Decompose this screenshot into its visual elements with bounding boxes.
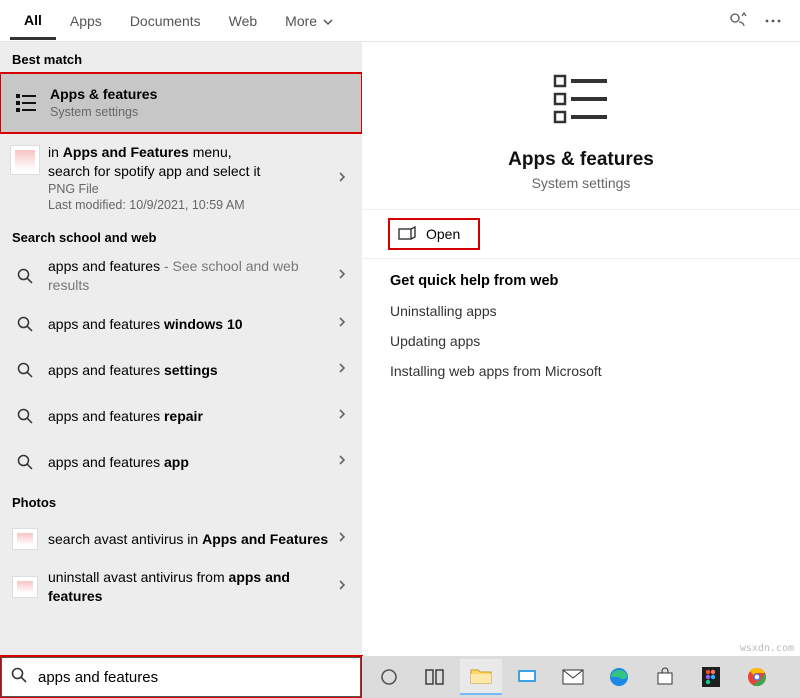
quick-help-item[interactable]: Installing web apps from Microsoft — [390, 363, 772, 379]
chevron-right-icon[interactable] — [332, 578, 352, 596]
search-input[interactable] — [36, 658, 360, 696]
result-png-file[interactable]: in Apps and Features menu, search for sp… — [0, 133, 362, 221]
result-apps-and-features[interactable]: Apps & features System settings — [0, 73, 362, 133]
hero-subtitle: System settings — [372, 175, 790, 191]
search-box[interactable] — [0, 656, 362, 698]
chevron-right-icon[interactable] — [332, 170, 352, 188]
tab-all[interactable]: All — [10, 2, 56, 40]
chevron-right-icon[interactable] — [332, 407, 352, 425]
chevron-right-icon[interactable] — [332, 315, 352, 333]
feedback-icon[interactable] — [720, 3, 756, 39]
details-panel: Apps & features System settings Open Get… — [362, 42, 800, 656]
open-button[interactable]: Open — [390, 220, 478, 248]
settings-list-icon — [10, 86, 44, 120]
result-web-app[interactable]: apps and features app — [0, 439, 362, 485]
watermark: wsxdn.com — [740, 643, 794, 654]
more-options-icon[interactable] — [756, 4, 790, 38]
hero-title: Apps & features — [372, 149, 790, 171]
taskbar-chrome-icon[interactable] — [736, 659, 778, 695]
search-icon — [2, 666, 36, 689]
taskbar-mail-icon[interactable] — [552, 659, 594, 695]
result-modified: Last modified: 10/9/2021, 10:59 AM — [48, 197, 332, 214]
search-icon — [8, 445, 42, 479]
quick-help-item[interactable]: Updating apps — [390, 333, 772, 349]
quick-help-title: Get quick help from web — [390, 273, 772, 289]
image-thumbnail-icon — [8, 570, 42, 604]
search-icon — [8, 353, 42, 387]
result-web-base[interactable]: apps and features - See school and web r… — [0, 251, 362, 301]
quick-help-item[interactable]: Uninstalling apps — [390, 303, 772, 319]
tab-apps[interactable]: Apps — [56, 3, 116, 38]
result-subtitle: System settings — [50, 104, 352, 121]
search-icon — [8, 307, 42, 341]
taskbar-taskview-icon[interactable] — [414, 659, 456, 695]
image-thumbnail-icon — [8, 143, 42, 177]
section-school-web: Search school and web — [0, 220, 362, 251]
tab-documents[interactable]: Documents — [116, 3, 215, 38]
result-filetype: PNG File — [48, 181, 332, 198]
result-photo-2[interactable]: uninstall avast antivirus from apps and … — [0, 562, 362, 612]
settings-list-large-icon — [549, 70, 613, 135]
section-best-match: Best match — [0, 42, 362, 73]
tab-more[interactable]: More — [271, 3, 347, 38]
taskbar-edge-icon[interactable] — [598, 659, 640, 695]
result-web-repair[interactable]: apps and features repair — [0, 393, 362, 439]
chevron-right-icon[interactable] — [332, 453, 352, 471]
chevron-right-icon[interactable] — [332, 530, 352, 548]
open-label: Open — [426, 226, 460, 242]
result-web-windows10[interactable]: apps and features windows 10 — [0, 301, 362, 347]
tab-web[interactable]: Web — [215, 3, 272, 38]
result-title: in Apps and Features menu, search for sp… — [48, 143, 332, 181]
taskbar-figma-icon[interactable] — [690, 659, 732, 695]
result-photo-1[interactable]: search avast antivirus in Apps and Featu… — [0, 516, 362, 562]
section-photos: Photos — [0, 485, 362, 516]
result-web-settings[interactable]: apps and features settings — [0, 347, 362, 393]
chevron-down-icon — [323, 17, 333, 27]
taskbar-cortana-icon[interactable] — [368, 659, 410, 695]
taskbar-store-icon[interactable] — [644, 659, 686, 695]
image-thumbnail-icon — [8, 522, 42, 556]
search-icon — [8, 259, 42, 293]
open-icon — [398, 226, 416, 242]
result-title: Apps & features — [50, 85, 352, 104]
chevron-right-icon[interactable] — [332, 361, 352, 379]
chevron-right-icon[interactable] — [332, 267, 352, 285]
search-scope-tabs: All Apps Documents Web More — [0, 0, 800, 42]
taskbar — [362, 656, 800, 698]
taskbar-file-explorer-icon[interactable] — [460, 659, 502, 695]
taskbar-app-icon[interactable] — [506, 659, 548, 695]
search-icon — [8, 399, 42, 433]
results-panel: Best match Apps & features System settin… — [0, 42, 362, 656]
